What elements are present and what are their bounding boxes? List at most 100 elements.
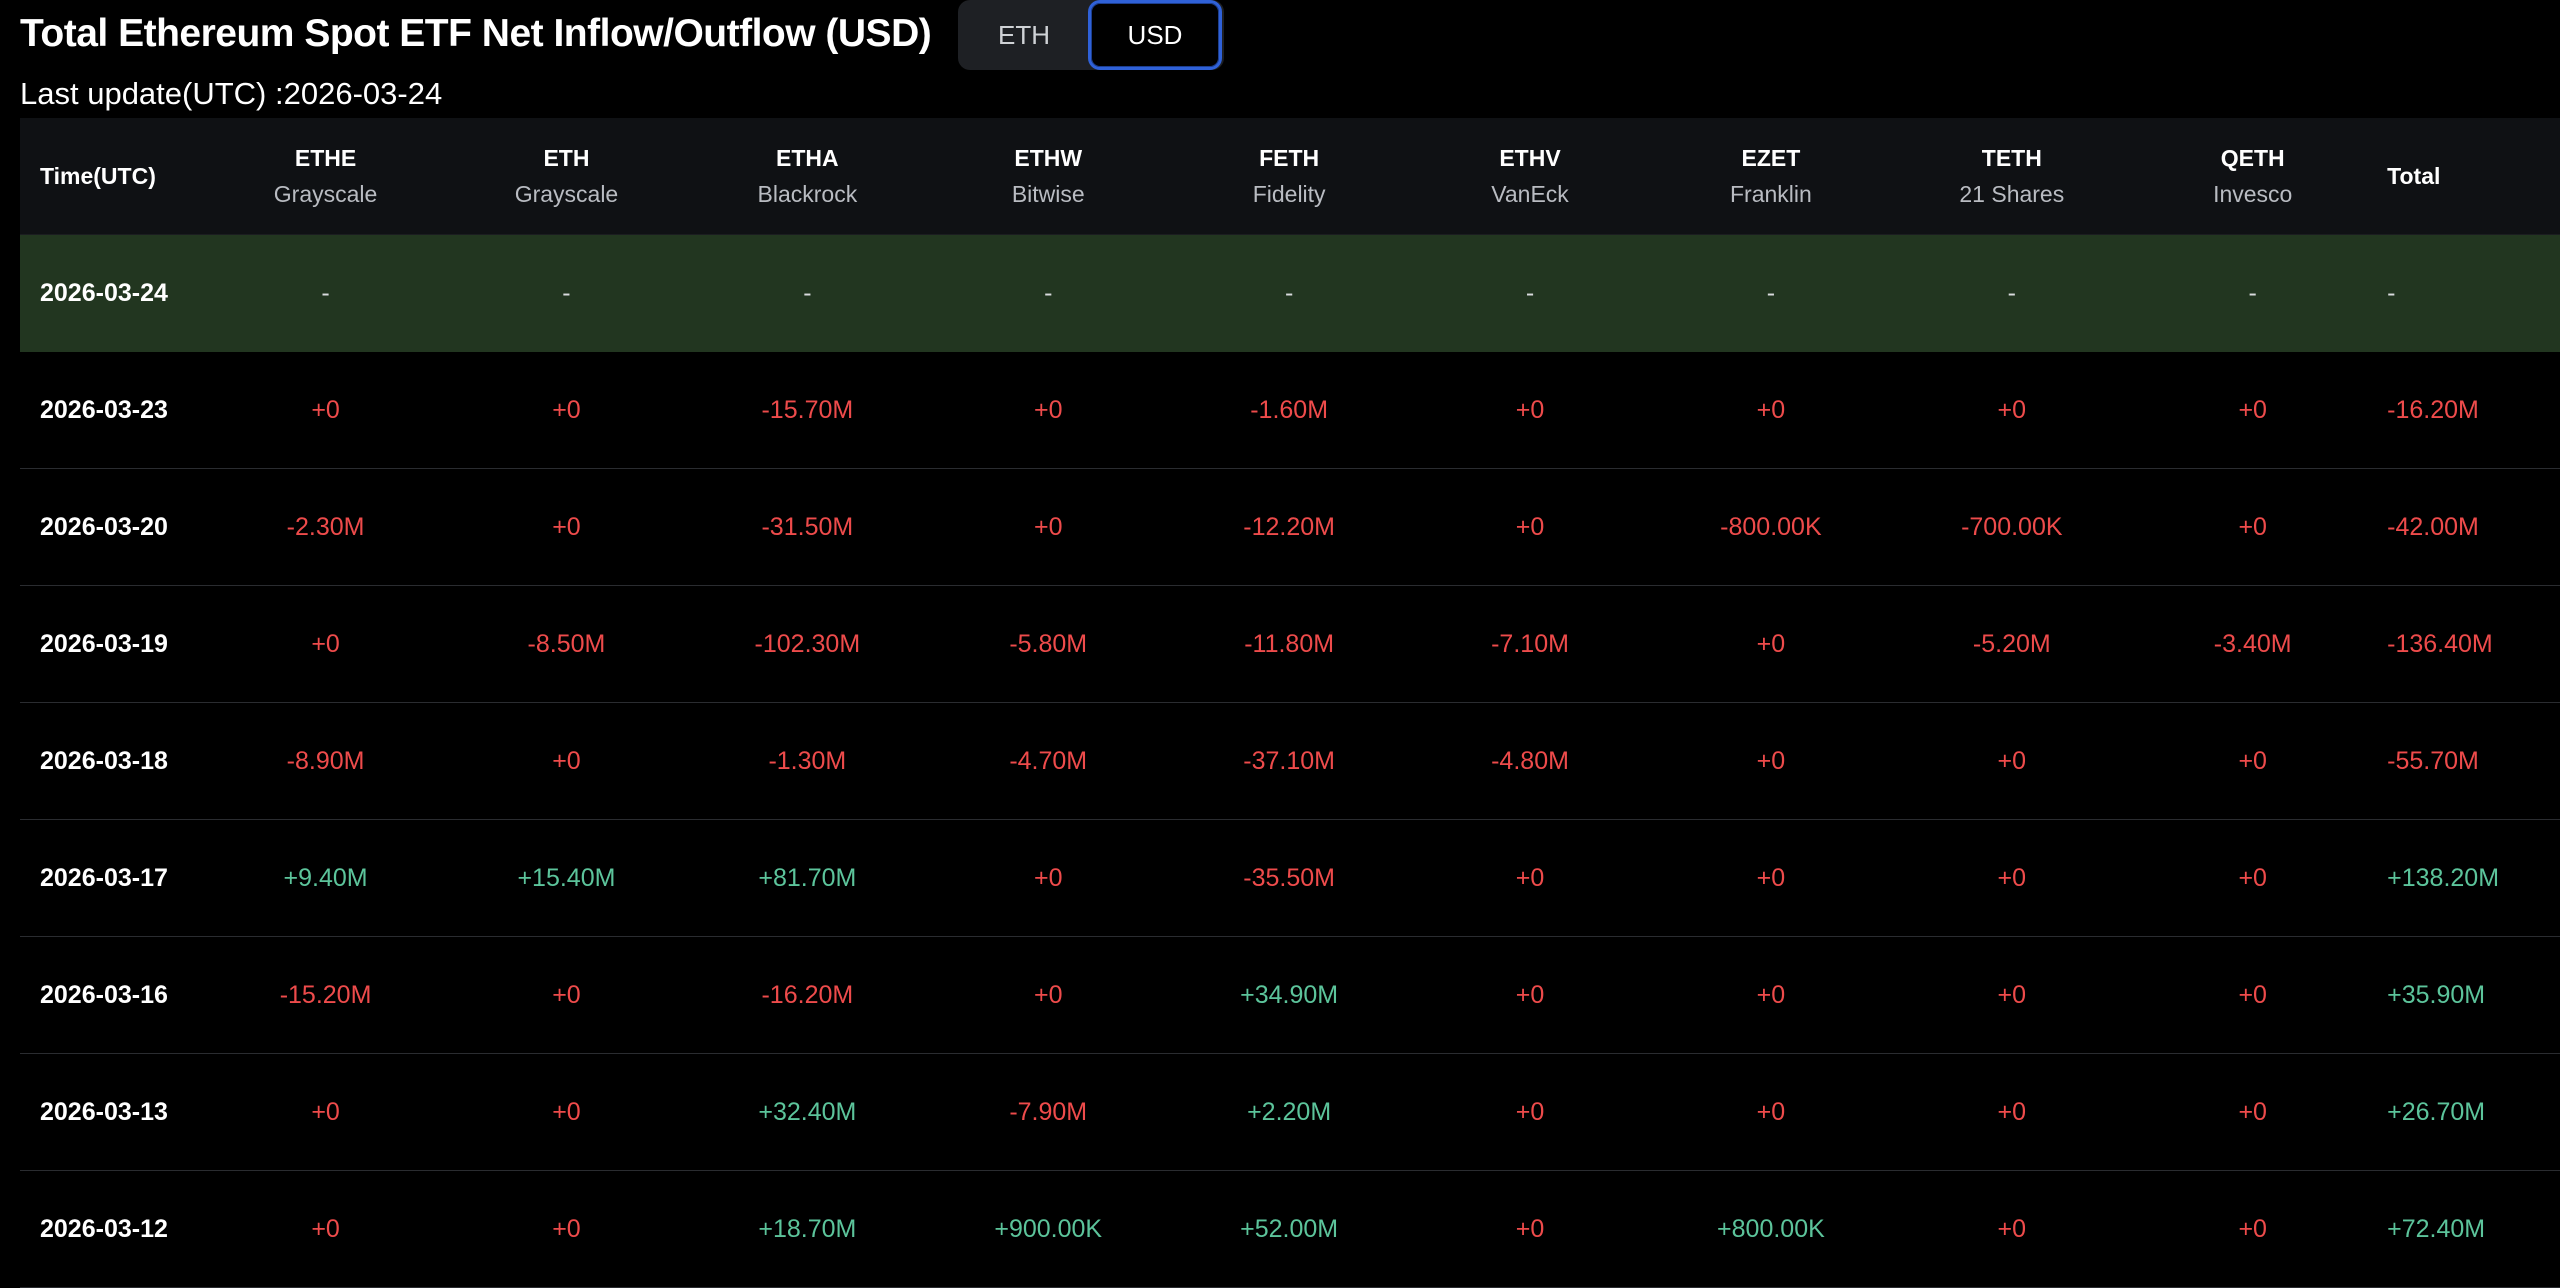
- flow-cell-eth: +0: [552, 746, 581, 775]
- column-header-issuer: Grayscale: [514, 181, 619, 207]
- column-header-ezet: EZET Franklin: [1650, 118, 1891, 234]
- flow-cell-ezet: +0: [1756, 395, 1786, 424]
- flow-cell-etha: -102.30M: [754, 629, 861, 658]
- table-row: 2026-03-23 +0 +0 -15.70M +0 -1.60M +0 +0 +0 +0 -16…: [20, 352, 2560, 469]
- etf-flow-table: Time(UTC) ETHE Grayscale ETH Grayscale ETHA B…: [20, 118, 2560, 1288]
- flow-cell-feth: -: [1284, 278, 1294, 307]
- flow-cell-eth: +0: [552, 1214, 581, 1243]
- flow-cell-ezet: +0: [1756, 980, 1786, 1009]
- column-header-issuer: Fidelity: [1252, 181, 1326, 207]
- flow-cell-eth: +15.40M: [517, 863, 616, 892]
- flow-cell-teth: +0: [1997, 1097, 2027, 1126]
- flow-cell-qeth: -: [2248, 278, 2257, 307]
- table-row: 2026-03-19 +0 -8.50M -102.30M -5.80M -11.80M -…: [20, 586, 2560, 703]
- flow-cell-qeth: -3.40M: [2213, 629, 2292, 658]
- flow-cell-ethv: +0: [1515, 1097, 1545, 1126]
- flow-cell-eth: +0: [552, 980, 581, 1009]
- flow-cell-qeth: +0: [2238, 1097, 2267, 1126]
- flow-cell-ethv: +0: [1515, 395, 1545, 424]
- flow-cell-teth: +0: [1997, 746, 2027, 775]
- flow-cell-total: +35.90M: [2387, 980, 2486, 1009]
- column-header-time: Time(UTC): [20, 118, 205, 234]
- flow-cell-feth: +2.20M: [1247, 1097, 1332, 1126]
- flow-cell-ethe: -: [321, 278, 330, 307]
- unit-toggle: ETH USD: [958, 0, 1224, 70]
- column-header-symbol: ETHV: [1499, 145, 1561, 171]
- flow-cell-ethv: +0: [1515, 980, 1545, 1009]
- flow-cell-ethe: +0: [311, 395, 340, 424]
- flow-cell-teth: -700.00K: [1961, 512, 2063, 541]
- table-header-row: Time(UTC) ETHE Grayscale ETH Grayscale ETHA B…: [20, 118, 2560, 235]
- flow-cell-eth: +0: [552, 395, 581, 424]
- flow-cell-teth: +0: [1997, 863, 2027, 892]
- flow-cell-etha: -1.30M: [768, 746, 847, 775]
- table-row: 2026-03-18 -8.90M +0 -1.30M -4.70M -37.10M -4.…: [20, 703, 2560, 820]
- column-header-ethv: ETHV VanEck: [1410, 118, 1651, 234]
- flow-cell-etha: -: [803, 278, 812, 307]
- flow-cell-ezet: +0: [1756, 1097, 1786, 1126]
- column-header-etha: ETHA Blackrock: [687, 118, 928, 234]
- flow-cell-qeth: +0: [2238, 980, 2267, 1009]
- flow-cell-ezet: -800.00K: [1720, 512, 1822, 541]
- flow-cell-feth: -1.60M: [1250, 395, 1329, 424]
- flow-cell-ethw: +0: [1033, 980, 1063, 1009]
- flow-cell-total: -16.20M: [2387, 395, 2479, 424]
- flow-cell-ethv: -7.10M: [1491, 629, 1569, 658]
- flow-cell-etha: -16.20M: [761, 980, 854, 1009]
- flow-cell-ezet: +800.00K: [1717, 1214, 1825, 1243]
- column-header-symbol: ETHW: [1014, 145, 1083, 171]
- flow-cell-ethe: -2.30M: [286, 512, 365, 541]
- flow-cell-total: -42.00M: [2387, 512, 2479, 541]
- flow-cell-ethv: +0: [1515, 512, 1545, 541]
- flow-cell-ethv: -: [1525, 278, 1535, 307]
- flow-cell-teth: -: [2007, 278, 2016, 307]
- flow-cell-total: +26.70M: [2387, 1097, 2486, 1126]
- table-body: 2026-03-24 - - - - - - - - - - 2026-03-23 +0 +0 -15.70…: [20, 235, 2560, 1288]
- flow-cell-qeth: +0: [2238, 1214, 2267, 1243]
- eth-unit-button[interactable]: ETH: [960, 0, 1088, 70]
- row-date: 2026-03-20: [40, 512, 168, 541]
- flow-cell-ethe: +0: [311, 1214, 340, 1243]
- row-date: 2026-03-23: [40, 395, 168, 424]
- column-header-issuer: Bitwise: [1011, 181, 1085, 207]
- row-date: 2026-03-24: [40, 278, 168, 307]
- column-header-ethw: ETHW Bitwise: [928, 118, 1169, 234]
- page-header: Total Ethereum Spot ETF Net Inflow/Outfl…: [20, 0, 2540, 118]
- flow-cell-ethw: +900.00K: [994, 1214, 1103, 1243]
- table-row: 2026-03-17 +9.40M +15.40M +81.70M +0 -35.50M +…: [20, 820, 2560, 937]
- table-row: 2026-03-24 - - - - - - - - - -: [20, 235, 2560, 352]
- flow-cell-eth: +0: [552, 1097, 581, 1126]
- column-header-ethe: ETHE Grayscale: [205, 118, 446, 234]
- usd-unit-button[interactable]: USD: [1088, 0, 1222, 70]
- flow-cell-ethw: -5.80M: [1009, 629, 1088, 658]
- flow-cell-total: +138.20M: [2387, 863, 2500, 892]
- column-header-issuer: Franklin: [1730, 181, 1812, 207]
- column-header-issuer: Blackrock: [757, 181, 858, 207]
- flow-cell-feth: -12.20M: [1243, 512, 1335, 541]
- table-row: 2026-03-13 +0 +0 +32.40M -7.90M +2.20M +0 +0 +0 +…: [20, 1054, 2560, 1171]
- flow-cell-ethw: -4.70M: [1009, 746, 1088, 775]
- flow-cell-ethe: +0: [311, 1097, 340, 1126]
- row-date: 2026-03-18: [40, 746, 168, 775]
- column-header-issuer: 21 Shares: [1959, 181, 2065, 207]
- flow-cell-ethw: -7.90M: [1009, 1097, 1088, 1126]
- row-date: 2026-03-13: [40, 1097, 168, 1126]
- column-header-issuer: VanEck: [1491, 181, 1569, 207]
- flow-cell-feth: +52.00M: [1240, 1214, 1339, 1243]
- flow-cell-ethw: +0: [1033, 512, 1063, 541]
- column-header-symbol: TETH: [1981, 145, 2042, 171]
- row-date: 2026-03-16: [40, 980, 168, 1009]
- column-header-symbol: EZET: [1741, 145, 1801, 171]
- flow-cell-total: -136.40M: [2387, 629, 2493, 658]
- flow-cell-ezet: +0: [1756, 629, 1786, 658]
- flow-cell-ethe: +0: [311, 629, 340, 658]
- column-header-symbol: QETH: [2220, 145, 2285, 171]
- flow-cell-teth: +0: [1997, 1214, 2027, 1243]
- column-header-teth: TETH 21 Shares: [1891, 118, 2132, 234]
- row-date: 2026-03-19: [40, 629, 168, 658]
- flow-cell-teth: +0: [1997, 980, 2027, 1009]
- flow-cell-ezet: -: [1766, 278, 1776, 307]
- column-header-symbol: ETH: [543, 145, 590, 171]
- flow-cell-ethe: -15.20M: [279, 980, 372, 1009]
- flow-cell-ethw: +0: [1033, 395, 1063, 424]
